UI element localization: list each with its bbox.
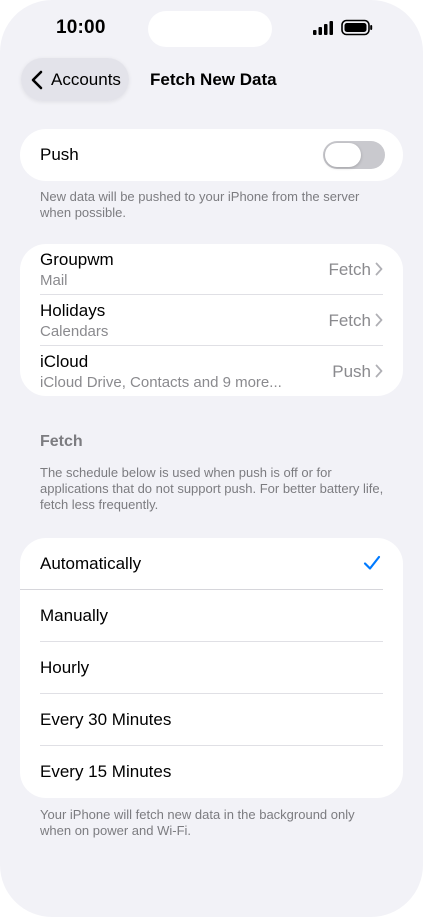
account-mode: Fetch — [328, 260, 371, 279]
dynamic-island — [148, 11, 272, 47]
push-card: Push — [20, 129, 403, 181]
account-mode: Fetch — [328, 311, 371, 330]
fetch-section-header: Fetch — [40, 433, 83, 450]
battery-icon — [341, 19, 373, 36]
account-services: Mail — [40, 272, 68, 289]
option-hourly[interactable]: Hourly — [20, 642, 403, 694]
checkmark-icon — [363, 555, 381, 570]
account-services: Calendars — [40, 323, 109, 340]
option-label: Automatically — [40, 554, 142, 573]
account-name: Holidays — [40, 301, 106, 320]
chevron-right-icon — [375, 364, 383, 378]
phone-screen: 10:00 Accounts Fetch New Data Push New d… — [0, 0, 423, 917]
fetch-footnote: Your iPhone will fetch new data in the b… — [40, 807, 355, 838]
option-label: Every 30 Minutes — [40, 710, 172, 729]
chevron-right-icon — [375, 313, 383, 327]
fetch-description: The schedule below is used when push is … — [40, 465, 384, 512]
account-name: Groupwm — [40, 250, 114, 269]
fetch-schedule-card: Automatically Manually Hourly Every 30 M… — [20, 538, 403, 798]
option-label: Hourly — [40, 658, 90, 677]
push-toggle[interactable] — [323, 141, 385, 169]
account-row-holidays[interactable]: Holidays Calendars Fetch — [20, 295, 403, 346]
account-name: iCloud — [40, 352, 89, 371]
status-icons — [313, 19, 373, 36]
option-every-15-minutes[interactable]: Every 15 Minutes — [20, 746, 403, 798]
push-footnote: New data will be pushed to your iPhone f… — [40, 189, 360, 220]
chevron-right-icon — [375, 262, 383, 276]
page-title: Fetch New Data — [150, 70, 277, 89]
signal-icon — [313, 21, 333, 35]
account-services: iCloud Drive, Contacts and 9 more... — [40, 374, 282, 391]
account-mode: Push — [332, 362, 371, 381]
push-label: Push — [40, 145, 79, 164]
account-row-groupwm[interactable]: Groupwm Mail Fetch — [20, 244, 403, 295]
toggle-knob — [325, 143, 361, 167]
status-time: 10:00 — [56, 17, 106, 38]
option-every-30-minutes[interactable]: Every 30 Minutes — [20, 694, 403, 746]
accounts-card: Groupwm Mail Fetch Holidays Calendars Fe… — [20, 244, 403, 396]
back-button-label: Accounts — [51, 69, 121, 89]
back-button[interactable]: Accounts — [21, 58, 129, 101]
account-row-icloud[interactable]: iCloud iCloud Drive, Contacts and 9 more… — [20, 346, 403, 396]
option-label: Manually — [40, 606, 109, 625]
option-automatically[interactable]: Automatically — [20, 538, 403, 590]
chevron-left-icon — [31, 70, 43, 90]
option-manually[interactable]: Manually — [20, 590, 403, 642]
option-label: Every 15 Minutes — [40, 762, 172, 781]
